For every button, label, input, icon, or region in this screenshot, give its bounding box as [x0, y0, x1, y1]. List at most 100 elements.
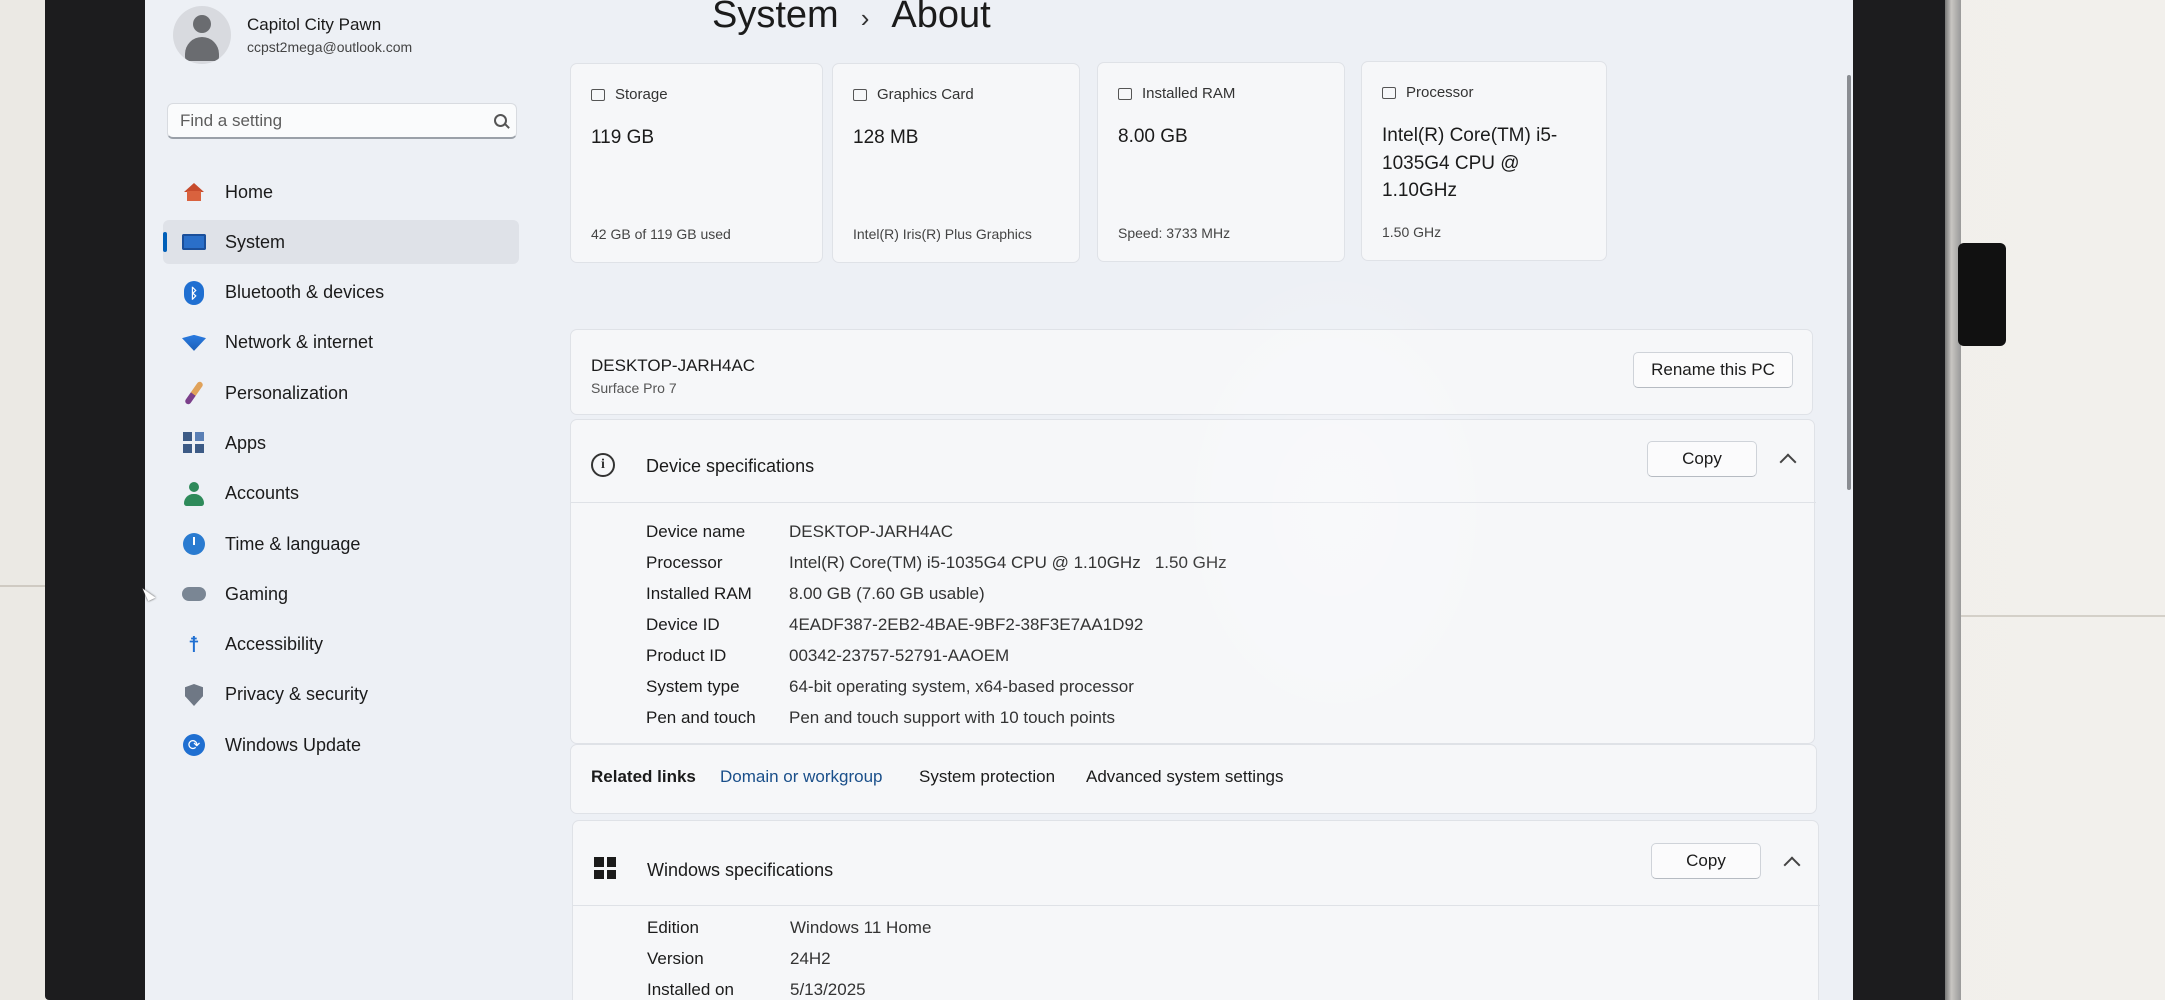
card-subtitle: Intel(R) Iris(R) Plus Graphics: [853, 226, 1032, 242]
spec-row: Version 24H2: [647, 947, 831, 971]
related-links-label: Related links: [591, 767, 696, 786]
spec-row: System type 64-bit operating system, x64…: [646, 675, 1134, 699]
spec-label: Processor: [646, 553, 723, 572]
pc-name: DESKTOP-JARH4AC: [591, 356, 756, 375]
wifi-icon: [181, 330, 207, 356]
sidebar-item-gaming[interactable]: Gaming: [163, 572, 519, 616]
sidebar-item-privacy[interactable]: Privacy & security: [163, 673, 519, 717]
sidebar-item-accessibility[interactable]: ☨ Accessibility: [163, 623, 519, 667]
divider: [571, 502, 1816, 503]
sidebar-item-personalization[interactable]: Personalization: [163, 371, 519, 415]
windows-specifications-section: Windows specifications Copy Edition Wind…: [572, 820, 1820, 1000]
wall-edge: [1960, 615, 2165, 617]
bluetooth-icon: ᛒ: [181, 280, 207, 306]
divider: [573, 905, 1820, 906]
card-value: 8.00 GB: [1118, 126, 1188, 147]
spec-label: Pen and touch: [646, 708, 756, 727]
ram-card[interactable]: Installed RAM 8.00 GB Speed: 3733 MHz: [1097, 62, 1345, 262]
related-links-bar: Related links Domain or workgroup System…: [570, 744, 1817, 814]
spec-label: Installed on: [647, 980, 734, 999]
info-icon: i: [591, 453, 615, 477]
chevron-up-icon[interactable]: [1783, 856, 1801, 874]
card-title: Processor: [1406, 84, 1474, 101]
breadcrumb-parent[interactable]: System: [712, 0, 839, 37]
sidebar-nav: Home System ᛒ Bluetooth & devices Networ…: [163, 170, 519, 774]
card-subtitle: 42 GB of 119 GB used: [591, 226, 731, 242]
device-specifications-section: i Device specifications Copy Device name…: [570, 419, 1816, 744]
card-title: Installed RAM: [1142, 85, 1236, 102]
rename-pc-button[interactable]: Rename this PC: [1633, 352, 1793, 388]
spec-value: 5/13/2025: [790, 980, 866, 999]
processor-icon: [1382, 86, 1396, 99]
avatar: [173, 6, 231, 64]
accessibility-icon: ☨: [188, 631, 200, 657]
spec-label: Edition: [647, 918, 699, 937]
scrollbar[interactable]: [1847, 75, 1851, 490]
card-value: Intel(R) Core(TM) i5-1035G4 CPU @ 1.10GH…: [1382, 125, 1558, 202]
sidebar-item-label: Time & language: [225, 533, 361, 554]
page-title: About: [891, 0, 991, 36]
section-title: Device specifications: [646, 456, 815, 476]
system-icon: [181, 229, 207, 255]
sidebar-item-label: Accounts: [225, 483, 300, 504]
processor-card[interactable]: Processor Intel(R) Core(TM) i5-1035G4 CP…: [1361, 61, 1607, 261]
sidebar: Capitol City Pawn ccpst2mega@outlook.com…: [145, 0, 535, 1000]
sidebar-item-label: Gaming: [225, 583, 289, 604]
profile-email: ccpst2mega@outlook.com: [247, 39, 413, 55]
shield-icon: [181, 682, 207, 708]
spec-row: Processor Intel(R) Core(TM) i5-1035G4 CP…: [646, 551, 1227, 575]
chevron-up-icon[interactable]: [1779, 453, 1797, 471]
sidebar-item-windows-update[interactable]: ⟳ Windows Update: [163, 723, 519, 767]
spec-row: Installed RAM 8.00 GB (7.60 GB usable): [646, 582, 985, 606]
sidebar-item-accounts[interactable]: Accounts: [163, 472, 519, 516]
section-title: Windows specifications: [647, 860, 834, 880]
advanced-system-settings-link[interactable]: Advanced system settings: [1086, 767, 1283, 787]
spec-row: Pen and touch Pen and touch support with…: [646, 706, 1115, 730]
search-input[interactable]: Find a setting: [167, 103, 517, 139]
sidebar-item-home[interactable]: Home: [163, 170, 519, 214]
apps-icon: [181, 430, 207, 456]
ram-icon: [1118, 87, 1132, 100]
sidebar-item-label: Accessibility: [225, 634, 324, 655]
card-value: 128 MB: [853, 127, 919, 148]
sidebar-item-label: Windows Update: [225, 734, 362, 755]
sidebar-item-label: Home: [225, 181, 274, 202]
card-subtitle: Speed: 3733 MHz: [1118, 225, 1231, 241]
spec-value: Pen and touch support with 10 touch poin…: [789, 708, 1116, 727]
sidebar-item-bluetooth[interactable]: ᛒ Bluetooth & devices: [163, 271, 519, 315]
spec-row: Installed on 5/13/2025: [647, 978, 866, 1000]
sidebar-item-time-language[interactable]: Time & language: [163, 522, 519, 566]
main-content: System › About Storage 119 GB 42 GB of 1…: [570, 0, 1853, 1000]
storage-card[interactable]: Storage 119 GB 42 GB of 119 GB used: [570, 63, 823, 263]
sidebar-item-label: Apps: [225, 432, 267, 453]
windows-logo-icon: [594, 857, 616, 879]
spec-value: Intel(R) Core(TM) i5-1035G4 CPU @ 1.10GH…: [789, 553, 1227, 572]
domain-workgroup-link[interactable]: Domain or workgroup: [720, 767, 883, 787]
device-side-connector: [1958, 243, 2006, 346]
user-profile[interactable]: Capitol City Pawn ccpst2mega@outlook.com: [173, 6, 412, 64]
copy-windows-specs-button[interactable]: Copy: [1651, 843, 1761, 879]
spec-label: Version: [647, 949, 704, 968]
spec-row: Device name DESKTOP-JARH4AC: [646, 520, 953, 544]
copy-device-specs-button[interactable]: Copy: [1647, 441, 1757, 477]
search-icon[interactable]: [486, 106, 516, 136]
spec-label: Installed RAM: [646, 584, 752, 603]
device-edge: [1945, 0, 1961, 1000]
spec-value: 8.00 GB (7.60 GB usable): [789, 584, 985, 603]
sidebar-item-system[interactable]: System: [163, 220, 519, 265]
graphics-card-icon: [853, 88, 867, 101]
globe-clock-icon: [181, 531, 207, 557]
breadcrumb: System › About: [712, 0, 991, 37]
sidebar-item-apps[interactable]: Apps: [163, 421, 519, 465]
sidebar-item-network[interactable]: Network & internet: [163, 321, 519, 365]
storage-icon: [591, 88, 605, 101]
spec-row: Device ID 4EADF387-2EB2-4BAE-9BF2-38F3E7…: [646, 613, 1143, 637]
update-icon: ⟳: [181, 732, 207, 758]
sidebar-item-label: Network & internet: [225, 332, 374, 353]
sidebar-item-label: Bluetooth & devices: [225, 282, 385, 303]
graphics-card-card[interactable]: Graphics Card 128 MB Intel(R) Iris(R) Pl…: [832, 63, 1080, 263]
accounts-icon: [181, 481, 207, 507]
system-protection-link[interactable]: System protection: [919, 767, 1055, 787]
card-subtitle: 1.50 GHz: [1382, 224, 1442, 240]
chevron-right-icon: ›: [860, 3, 870, 33]
